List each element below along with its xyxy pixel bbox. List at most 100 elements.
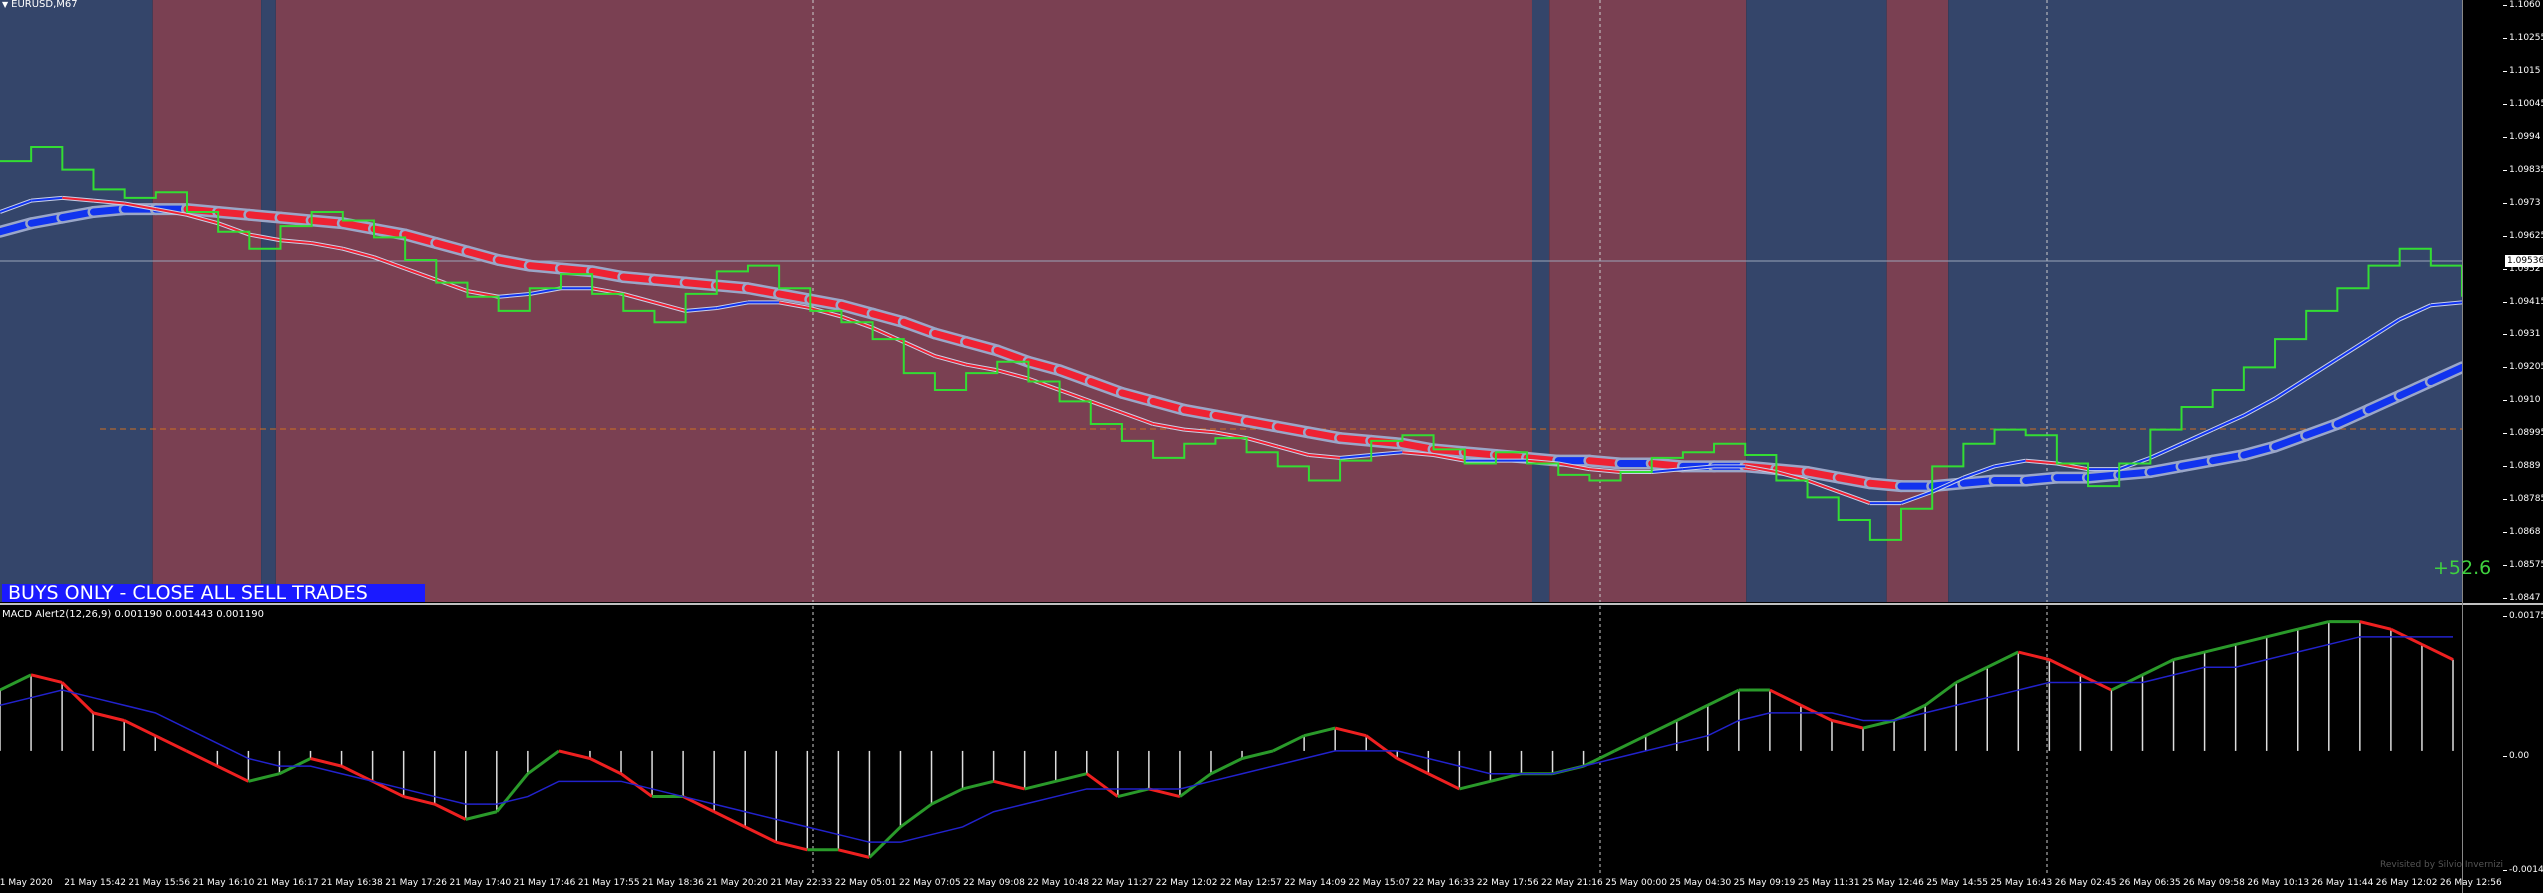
macd-line-segment	[682, 795, 715, 814]
macd-line-segment	[744, 825, 777, 844]
macd-line-segment	[1613, 734, 1647, 753]
time-tick: 22 May 05:01	[834, 878, 897, 888]
macd-line-segment	[465, 810, 498, 821]
macd-line-segment	[1862, 719, 1895, 730]
price-tick: 1.10255	[2502, 33, 2543, 43]
macd-line-segment	[1427, 772, 1461, 791]
macd-line-segment	[2235, 635, 2268, 646]
macd-line-segment	[558, 749, 591, 760]
time-tick: 25 May 14:55	[1926, 878, 1989, 888]
macd-signal-line	[0, 636, 2453, 843]
chart-window[interactable]: { "symbol": { "label": "EURUSD,M67" }, "…	[0, 0, 2543, 893]
price-axis-border	[2462, 0, 2463, 893]
macd-line-segment	[2048, 658, 2082, 677]
macd-line-segment	[92, 711, 125, 722]
macd-line-segment	[1117, 787, 1150, 799]
macd-line-segment	[775, 840, 808, 852]
time-tick: 25 May 12:46	[1862, 878, 1924, 888]
macd-tick: -0.0014	[2503, 865, 2543, 875]
price-tick: 1.10045	[2502, 99, 2543, 109]
time-tick: 22 May 12:57	[1220, 878, 1282, 888]
price-tick: 1.08785	[2502, 494, 2543, 504]
macd-line-segment	[1769, 688, 1802, 707]
macd-line-segment	[61, 681, 95, 714]
pane-separator[interactable]	[0, 603, 2543, 605]
macd-chart[interactable]	[0, 606, 2463, 873]
price-tick: 1.0994	[2503, 131, 2541, 142]
macd-line-segment	[403, 795, 436, 806]
time-tick: 21 May 17:40	[449, 878, 512, 888]
price-tick: 1.09835	[2502, 165, 2543, 175]
time-tick: 22 May 11:27	[1091, 878, 1154, 888]
macd-line-segment	[1676, 703, 1709, 722]
time-tick: 21 May 2020	[0, 878, 53, 888]
time-tick: 22 May 21:16	[1541, 878, 1603, 888]
macd-line-segment	[216, 764, 250, 783]
macd-line-segment	[1365, 734, 1399, 760]
price-tick: 1.09415	[2502, 297, 2543, 307]
macd-line-segment	[1955, 665, 1988, 684]
time-tick: 26 May 11:44	[2311, 878, 2374, 888]
macd-line-segment	[1272, 734, 1305, 753]
macd-tick: 0.00175	[2502, 611, 2543, 621]
time-tick: 21 May 22:33	[770, 878, 833, 888]
time-tick: 21 May 16:10	[192, 878, 255, 888]
time-tick: 21 May 20:20	[706, 878, 769, 888]
price-tick: 1.0973	[2503, 197, 2541, 208]
time-tick: 25 May 00:00	[1605, 878, 1667, 888]
price-tick: 1.0910	[2503, 395, 2541, 406]
macd-line-segment	[371, 779, 405, 798]
time-tick: 22 May 12:02	[1155, 878, 1218, 888]
price-tick: 1.09625	[2502, 231, 2543, 241]
watermark: Revisited by Silvio Invernizi	[2380, 860, 2504, 870]
macd-line-segment	[1645, 719, 1678, 738]
price-tick: 1.09205	[2502, 362, 2543, 372]
macd-line-segment	[1986, 650, 2019, 669]
macd-line-segment	[1831, 719, 1864, 730]
time-tick: 21 May 17:46	[513, 878, 576, 888]
current-price-badge: 1.09536	[2505, 255, 2543, 267]
macd-line-segment	[1303, 726, 1336, 738]
signal-banner: BUYS ONLY - CLOSE ALL SELL TRADES	[2, 584, 425, 603]
macd-line-segment	[1241, 749, 1274, 760]
zone-buy-4	[1531, 0, 1550, 602]
time-tick: 26 May 12:56	[2440, 878, 2502, 888]
macd-line-segment	[1055, 772, 1088, 783]
macd-line-segment	[495, 772, 530, 813]
zone-sell-3	[275, 0, 1532, 602]
macd-line-segment	[899, 802, 933, 829]
time-tick: 21 May 18:36	[642, 878, 704, 888]
zone-sell-7	[1886, 0, 1949, 602]
macd-line-segment	[713, 810, 746, 829]
time-tick: 22 May 10:48	[1027, 878, 1090, 888]
macd-line-segment	[526, 749, 560, 775]
macd-line-segment	[2173, 650, 2205, 662]
price-chart[interactable]	[0, 0, 2463, 602]
macd-line-segment	[1490, 772, 1522, 783]
price-tick: 1.08995	[2502, 428, 2543, 438]
time-tick: 26 May 12:02	[2375, 878, 2438, 888]
price-tick: 1.1060	[2503, 0, 2541, 10]
time-tick: 25 May 16:43	[1990, 878, 2053, 888]
macd-line-segment	[2017, 650, 2050, 662]
macd-line-segment	[154, 734, 187, 753]
macd-line-segment	[1024, 779, 1057, 791]
macd-tick: 0.00	[2502, 751, 2530, 761]
time-tick: 21 May 15:42	[64, 878, 126, 888]
time-tick: 21 May 15:56	[128, 878, 191, 888]
price-tick: 1.1015	[2503, 65, 2541, 76]
price-tick: 1.08575	[2502, 560, 2543, 570]
price-tick: 1.0847	[2503, 593, 2541, 603]
macd-line-segment	[838, 848, 870, 859]
macd-line-segment	[1334, 726, 1367, 738]
time-tick: 21 May 16:38	[321, 878, 383, 888]
macd-line-segment	[1582, 749, 1616, 768]
macd-line-segment	[2297, 620, 2330, 631]
time-tick: 25 May 09:19	[1733, 878, 1796, 888]
macd-line-segment	[1707, 688, 1740, 707]
symbol-label[interactable]: ▼ EURUSD,M67	[2, 0, 78, 10]
macd-line-segment	[1210, 757, 1243, 776]
macd-line-segment	[993, 779, 1026, 791]
macd-line-segment	[2204, 642, 2237, 654]
macd-line-segment	[2359, 620, 2392, 631]
